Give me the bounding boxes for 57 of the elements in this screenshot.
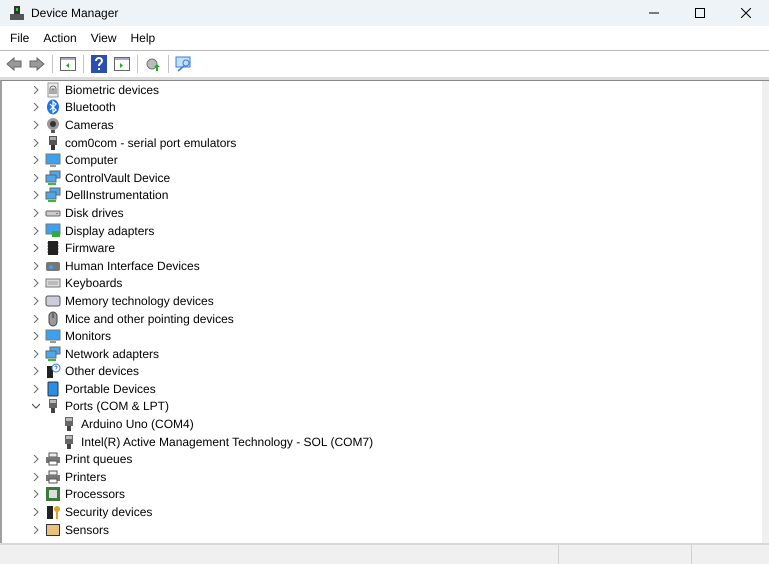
- close-icon: [741, 8, 751, 18]
- tree-item[interactable]: Processors: [65, 487, 126, 502]
- processor-icon: [45, 486, 61, 502]
- tree-item[interactable]: Firmware: [65, 241, 115, 256]
- menu-item[interactable]: File: [3, 29, 36, 47]
- bluetooth-icon: [45, 99, 61, 116]
- tree-item[interactable]: Display adapters: [65, 224, 154, 238]
- tree-item[interactable]: Ports (COM & LPT): [65, 399, 170, 414]
- tree-item[interactable]: Bluetooth: [65, 100, 116, 114]
- back-button[interactable]: [4, 54, 24, 74]
- tree-item[interactable]: Intel(R) Active Management Technology - SOL (COM7): [81, 434, 374, 449]
- action-pane-button[interactable]: [112, 54, 132, 74]
- tree-item[interactable]: Sensors: [65, 522, 110, 537]
- console-tree-button[interactable]: [58, 54, 78, 74]
- printer-icon: [45, 468, 61, 485]
- monitor-icon: [45, 328, 61, 344]
- computer-icon: [45, 152, 61, 168]
- tree-item[interactable]: Memory technology devices: [65, 294, 214, 308]
- maximize-icon: [695, 8, 705, 18]
- tablet-icon: [45, 380, 61, 397]
- menu-item[interactable]: Action: [36, 29, 84, 47]
- tree-item[interactable]: Computer: [65, 153, 118, 168]
- tree-item[interactable]: Keyboards: [65, 276, 122, 290]
- tree-item[interactable]: Printers: [65, 470, 106, 484]
- help-button[interactable]: [89, 54, 109, 74]
- display-card-icon: [45, 222, 61, 239]
- forward-button[interactable]: [27, 54, 47, 74]
- tree-item[interactable]: Portable Devices: [65, 382, 156, 396]
- webcam-icon: [45, 116, 61, 133]
- network-icon: [45, 346, 61, 362]
- menu-item[interactable]: Help: [124, 29, 162, 47]
- fingerprint-icon: [45, 82, 61, 98]
- tree-item[interactable]: Network adapters: [65, 346, 160, 361]
- tree-item[interactable]: Biometric devices: [65, 82, 160, 97]
- key-icon: [45, 504, 61, 520]
- network-icon: [45, 187, 61, 204]
- tree-item[interactable]: com0com - serial port emulators: [65, 136, 236, 150]
- tree-item[interactable]: Other devices: [65, 364, 140, 378]
- memory-card-icon: [45, 292, 61, 309]
- tree-item[interactable]: Print queues: [65, 452, 132, 466]
- network-icon: [45, 170, 61, 186]
- chip-icon: [45, 240, 61, 256]
- tree-item[interactable]: Arduino Uno (COM4): [81, 417, 194, 432]
- tree-item[interactable]: Cameras: [65, 118, 114, 132]
- printer-icon: [45, 451, 61, 468]
- scrollbar-track[interactable]: [762, 81, 769, 543]
- app-icon: [9, 5, 25, 21]
- window-title: Device Manager: [31, 6, 120, 20]
- tree-item[interactable]: ControlVault Device: [65, 170, 170, 185]
- tree-item[interactable]: Disk drives: [65, 206, 124, 220]
- tree-item[interactable]: Security devices: [65, 505, 152, 520]
- menu-item[interactable]: View: [84, 29, 124, 47]
- tree-item[interactable]: Monitors: [65, 329, 112, 344]
- unknown-device-icon: [45, 363, 61, 380]
- tree-item[interactable]: Mice and other pointing devices: [65, 312, 234, 326]
- tree-item[interactable]: Human Interface Devices: [65, 258, 200, 273]
- tree-item[interactable]: DellInstrumentation: [65, 188, 168, 202]
